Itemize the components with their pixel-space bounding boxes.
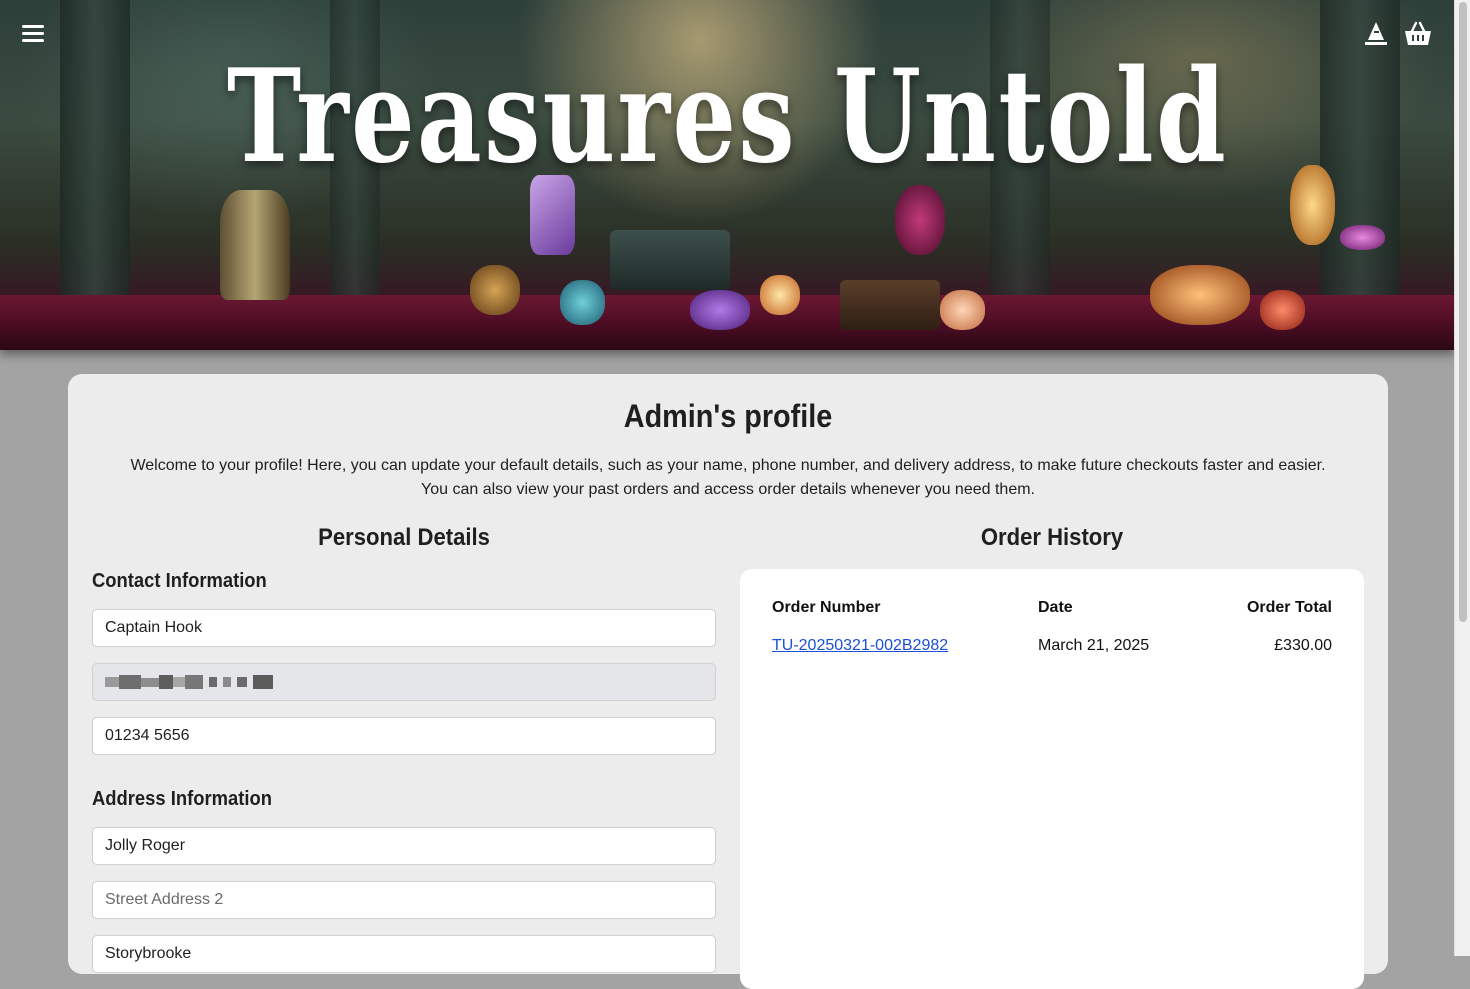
order-total-cell: £330.00 <box>1274 637 1332 654</box>
intro-line-2: You can also view your past orders and a… <box>421 481 1035 498</box>
table-row: TU-20250321-002B2982 March 21, 2025 £330… <box>772 637 1332 655</box>
order-number-cell: TU-20250321-002B2982 <box>772 637 1038 655</box>
email-field[interactable] <box>92 663 716 701</box>
order-date-cell: March 21, 2025 <box>1038 637 1150 654</box>
contact-information-heading: Contact Information <box>92 570 267 592</box>
street-address-2-field[interactable] <box>92 881 716 919</box>
column-order-total: Order Total <box>1246 599 1332 616</box>
street-address-1-field[interactable] <box>92 827 716 865</box>
wizard-hat-icon[interactable] <box>1362 20 1392 50</box>
hamburger-menu-icon[interactable] <box>22 22 48 48</box>
scrollbar-thumb[interactable] <box>1459 2 1467 622</box>
page-title: Admin's profile <box>623 398 833 434</box>
column-order-number: Order Number <box>772 599 881 616</box>
intro-line-1: Welcome to your profile! Here, you can u… <box>130 457 1326 474</box>
order-history-panel: Order Number Date Order Total TU-2025032… <box>740 569 1364 989</box>
profile-card: Admin's profile Welcome to your profile!… <box>68 374 1388 989</box>
name-field[interactable] <box>92 609 716 647</box>
shopping-basket-icon[interactable] <box>1403 20 1433 50</box>
site-title: Treasures Untold <box>226 42 1229 192</box>
phone-field[interactable] <box>92 717 716 755</box>
table-header-row: Order Number Date Order Total <box>772 599 1332 637</box>
redacted-email-mask <box>105 675 273 689</box>
address-information-heading: Address Information <box>92 788 272 810</box>
order-history-table: Order Number Date Order Total TU-2025032… <box>772 599 1332 655</box>
column-date: Date <box>1038 599 1073 616</box>
town-field[interactable] <box>92 935 716 973</box>
order-history-heading: Order History <box>980 524 1124 551</box>
profile-intro: Welcome to your profile! Here, you can u… <box>108 454 1348 502</box>
page-scrollbar[interactable] <box>1454 0 1470 956</box>
order-number-link[interactable]: TU-20250321-002B2982 <box>772 637 948 654</box>
hero-banner: Treasures Untold <box>0 0 1455 350</box>
personal-details-heading: Personal Details <box>318 524 490 551</box>
